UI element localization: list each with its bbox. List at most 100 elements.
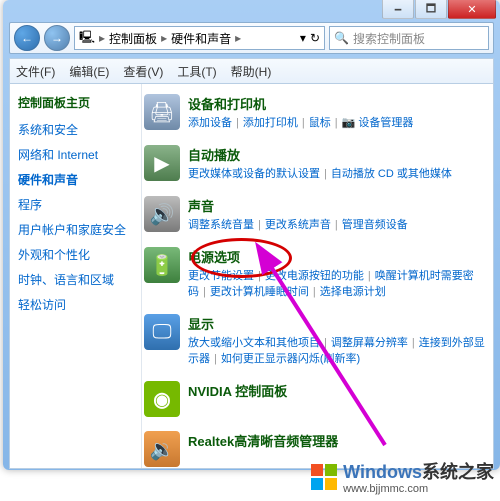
category-body: 电源选项更改节能设置|更改电源按钮的功能|唤醒计算机时需要密码|更改计算机睡眠时… bbox=[188, 247, 485, 300]
link-separator: | bbox=[214, 353, 217, 365]
category-links: 调整系统音量 | 更改系统声音 | 管理音频设备 bbox=[188, 217, 485, 233]
category-links: 更改节能设置|更改电源按钮的功能|唤醒计算机时需要密码|更改计算机睡眠时间|选择… bbox=[188, 268, 485, 300]
address-bar[interactable]: 🖳 ▸ 控制面板 ▸ 硬件和声音 ▸ ▾ ↻ bbox=[74, 26, 325, 50]
category-printer: 🖨 设备和打印机添加设备 | 添加打印机 | 鼠标 | 📷 设备管理器 bbox=[144, 94, 485, 131]
address-dropdown-icon[interactable]: ▾ bbox=[300, 31, 306, 45]
back-button[interactable]: ← bbox=[14, 25, 40, 51]
menu-help[interactable]: 帮助(H) bbox=[231, 63, 272, 80]
category-links: 放大或缩小文本和其他项目|调整屏幕分辨率|连接到外部显示器|如何更正显示器闪烁(… bbox=[188, 335, 485, 367]
search-placeholder: 搜索控制面板 bbox=[353, 30, 425, 47]
sidebar-item[interactable]: 时钟、语言和区域 bbox=[18, 271, 133, 288]
link-separator: | bbox=[258, 270, 261, 282]
category-body: 自动播放更改媒体或设备的默认设置 | 自动播放 CD 或其他媒体 bbox=[188, 145, 485, 182]
task-link[interactable]: 更改电源按钮的功能 bbox=[265, 270, 364, 282]
task-link[interactable]: 自动播放 CD 或其他媒体 bbox=[331, 168, 452, 180]
navigation-bar: ← → 🖳 ▸ 控制面板 ▸ 硬件和声音 ▸ ▾ ↻ 🔍 搜索控制面板 bbox=[9, 22, 494, 54]
task-link[interactable]: 更改系统声音 bbox=[265, 219, 331, 231]
link-separator: | bbox=[335, 117, 338, 129]
search-icon: 🔍 bbox=[334, 31, 349, 45]
computer-icon: 🖳 bbox=[79, 28, 95, 49]
sidebar: 控制面板主页 系统和安全网络和 Internet 硬件和声音程序用户帐户和家庭安全… bbox=[10, 84, 142, 468]
task-link[interactable]: 调整系统音量 bbox=[188, 219, 254, 231]
menu-file[interactable]: 文件(F) bbox=[16, 63, 55, 80]
sidebar-item[interactable]: 网络和 Internet bbox=[18, 146, 133, 163]
menu-view[interactable]: 查看(V) bbox=[123, 63, 163, 80]
category-body: NVIDIA 控制面板 bbox=[188, 381, 485, 417]
sidebar-item[interactable]: 硬件和声音 bbox=[18, 171, 133, 188]
autoplay-icon: ▶ bbox=[144, 145, 180, 181]
task-link[interactable]: 调整屏幕分辨率 bbox=[331, 337, 408, 349]
task-link[interactable]: 管理音频设备 bbox=[342, 219, 408, 231]
task-link[interactable]: 更改计算机睡眠时间 bbox=[210, 286, 309, 298]
sidebar-heading[interactable]: 控制面板主页 bbox=[18, 94, 133, 111]
refresh-icon[interactable]: ↻ bbox=[310, 31, 320, 45]
link-separator: | bbox=[302, 117, 305, 129]
breadcrumb-control-panel[interactable]: 控制面板 bbox=[109, 30, 157, 47]
watermark-text: Windows系统之家 www.bjjmmc.com bbox=[343, 458, 494, 495]
sidebar-item[interactable]: 用户帐户和家庭安全 bbox=[18, 221, 133, 238]
category-body: 设备和打印机添加设备 | 添加打印机 | 鼠标 | 📷 设备管理器 bbox=[188, 94, 485, 131]
link-separator: | bbox=[335, 219, 338, 231]
category-title[interactable]: 自动播放 bbox=[188, 145, 485, 164]
sidebar-item[interactable]: 轻松访问 bbox=[18, 296, 133, 313]
breadcrumb-sep: ▸ bbox=[161, 31, 167, 45]
category-body: 声音调整系统音量 | 更改系统声音 | 管理音频设备 bbox=[188, 196, 485, 233]
category-title[interactable]: 声音 bbox=[188, 196, 485, 215]
category-power: 🔋电源选项更改节能设置|更改电源按钮的功能|唤醒计算机时需要密码|更改计算机睡眠… bbox=[144, 247, 485, 300]
minimize-button[interactable]: 🗕 bbox=[382, 0, 414, 19]
category-sound: 🔊声音调整系统音量|更改系统声音|管理音频设备 bbox=[144, 196, 485, 233]
titlebar: 🗕 🗖 ✕ bbox=[3, 0, 500, 22]
task-link[interactable]: 添加设备 bbox=[188, 117, 232, 129]
category-title[interactable]: 设备和打印机 bbox=[188, 94, 485, 113]
category-display: 🖵显示放大或缩小文本和其他项目|调整屏幕分辨率|连接到外部显示器|如何更正显示器… bbox=[144, 314, 485, 367]
link-separator: | bbox=[258, 219, 261, 231]
category-title[interactable]: 显示 bbox=[188, 314, 485, 333]
category-title[interactable]: Realtek高清晰音频管理器 bbox=[188, 431, 485, 450]
link-separator: | bbox=[324, 168, 327, 180]
link-separator: | bbox=[203, 286, 206, 298]
sidebar-item[interactable]: 系统和安全 bbox=[18, 121, 133, 138]
display-icon: 🖵 bbox=[144, 314, 180, 350]
search-box[interactable]: 🔍 搜索控制面板 bbox=[329, 26, 489, 50]
link-separator: | bbox=[368, 270, 371, 282]
power-icon: 🔋 bbox=[144, 247, 180, 283]
link-separator: | bbox=[324, 337, 327, 349]
maximize-button[interactable]: 🗖 bbox=[415, 0, 447, 19]
menu-tools[interactable]: 工具(T) bbox=[177, 63, 216, 80]
menu-edit[interactable]: 编辑(E) bbox=[69, 63, 109, 80]
task-link[interactable]: 添加打印机 bbox=[243, 117, 298, 129]
forward-button[interactable]: → bbox=[44, 25, 70, 51]
breadcrumb-sep: ▸ bbox=[235, 31, 241, 45]
nvidia-icon: ◉ bbox=[144, 381, 180, 417]
watermark: Windows系统之家 www.bjjmmc.com bbox=[311, 458, 494, 495]
task-link[interactable]: 更改媒体或设备的默认设置 bbox=[188, 168, 320, 180]
realtek-icon: 🔉 bbox=[144, 431, 180, 467]
printer-icon: 🖨 bbox=[144, 94, 180, 130]
category-nvidia: ◉ NVIDIA 控制面板 bbox=[144, 381, 485, 417]
task-link[interactable]: 选择电源计划 bbox=[320, 286, 386, 298]
task-link[interactable]: 📷 设备管理器 bbox=[342, 117, 414, 129]
category-body: 显示放大或缩小文本和其他项目|调整屏幕分辨率|连接到外部显示器|如何更正显示器闪… bbox=[188, 314, 485, 367]
sidebar-item[interactable]: 程序 bbox=[18, 196, 133, 213]
task-link[interactable]: 鼠标 bbox=[309, 117, 331, 129]
category-links: 更改媒体或设备的默认设置 | 自动播放 CD 或其他媒体 bbox=[188, 166, 485, 182]
menu-bar: 文件(F) 编辑(E) 查看(V) 工具(T) 帮助(H) bbox=[9, 58, 494, 84]
link-separator: | bbox=[412, 337, 415, 349]
link-separator: | bbox=[313, 286, 316, 298]
breadcrumb-sep: ▸ bbox=[99, 31, 105, 45]
task-link[interactable]: 放大或缩小文本和其他项目 bbox=[188, 337, 320, 349]
windows-logo-icon bbox=[311, 464, 337, 490]
category-autoplay: ▶ 自动播放更改媒体或设备的默认设置 | 自动播放 CD 或其他媒体 bbox=[144, 145, 485, 182]
category-title[interactable]: 电源选项 bbox=[188, 247, 485, 266]
category-links: 添加设备 | 添加打印机 | 鼠标 | 📷 设备管理器 bbox=[188, 115, 485, 131]
close-button[interactable]: ✕ bbox=[448, 0, 496, 19]
task-link[interactable]: 如何更正显示器闪烁(刷新率) bbox=[221, 353, 360, 365]
task-link[interactable]: 更改节能设置 bbox=[188, 270, 254, 282]
sidebar-item[interactable]: 外观和个性化 bbox=[18, 246, 133, 263]
breadcrumb-hardware-sound[interactable]: 硬件和声音 bbox=[171, 30, 231, 47]
link-separator: | bbox=[236, 117, 239, 129]
category-title[interactable]: NVIDIA 控制面板 bbox=[188, 381, 485, 400]
main-panel: 🖨设备和打印机添加设备|添加打印机|鼠标|📷 设备管理器▶自动播放更改媒体或设备… bbox=[142, 84, 493, 468]
control-panel-window: 🗕 🗖 ✕ ← → 🖳 ▸ 控制面板 ▸ 硬件和声音 ▸ ▾ ↻ 🔍 搜索控制面… bbox=[3, 0, 500, 470]
content-area: 控制面板主页 系统和安全网络和 Internet 硬件和声音程序用户帐户和家庭安全… bbox=[9, 84, 494, 469]
